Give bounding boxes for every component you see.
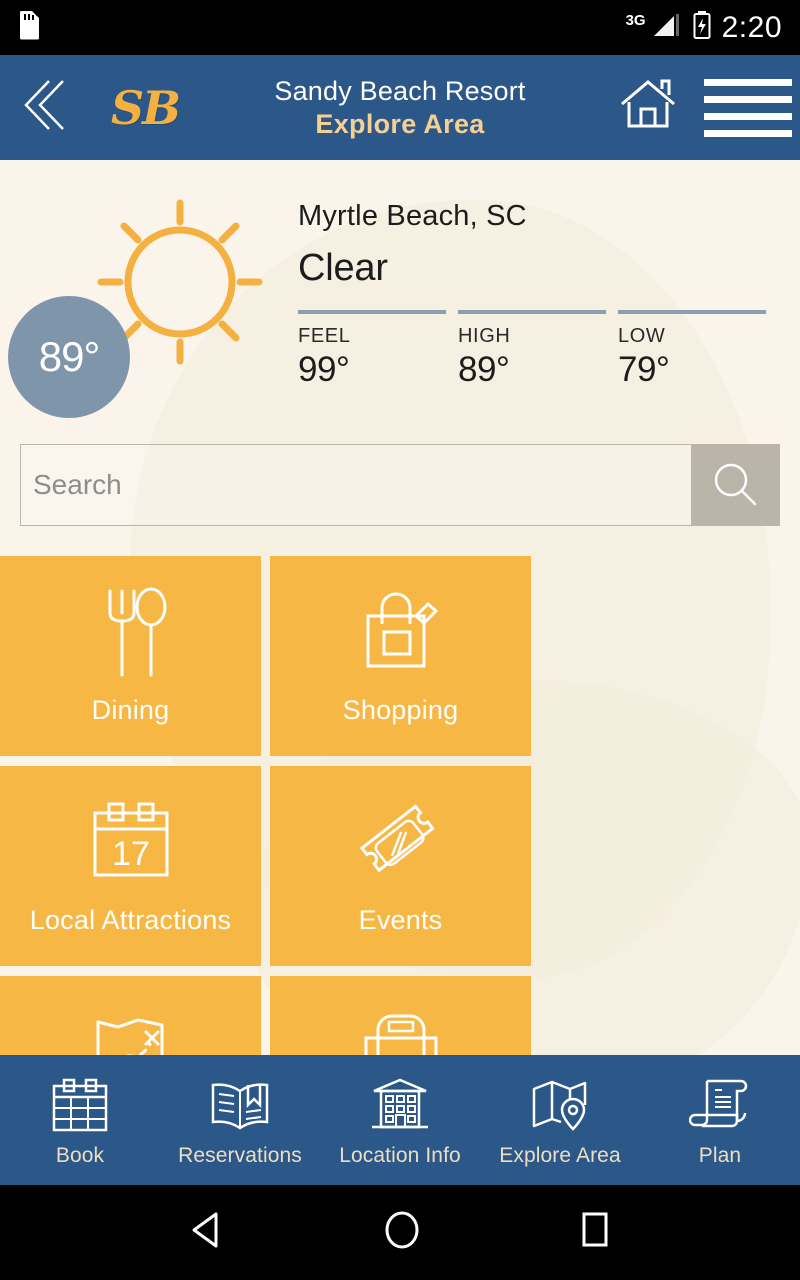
nav-item-reservations[interactable]: Reservations — [160, 1073, 320, 1168]
stat-value: 89° — [458, 350, 510, 389]
category-tile-grid: Dining Shopping 17 Local Attractions Eve… — [0, 556, 800, 1055]
home-icon — [618, 76, 678, 139]
sd-card-icon — [18, 10, 40, 45]
tile-shopping[interactable]: Shopping — [270, 556, 531, 756]
stat-value: 79° — [618, 350, 670, 389]
tile-dining[interactable]: Dining — [0, 556, 261, 756]
page-title: Sandy Beach Resort — [274, 75, 526, 106]
android-home-icon[interactable] — [379, 1207, 425, 1258]
building-icon — [368, 1073, 432, 1135]
hamburger-menu-icon — [703, 95, 792, 103]
calendar-17-icon: 17 — [87, 797, 175, 889]
weather-condition: Clear — [298, 247, 388, 289]
status-bar-right: 3G 2:20 — [626, 10, 782, 45]
status-bar-left — [18, 10, 40, 45]
android-navigation-bar — [0, 1185, 800, 1280]
android-back-icon[interactable] — [184, 1209, 230, 1256]
open-book-icon — [208, 1073, 272, 1135]
nav-label: Location Info — [339, 1143, 461, 1167]
tile-label: Local Attractions — [29, 904, 232, 935]
tile-transport[interactable]: Transport — [270, 976, 531, 1055]
page-subtitle: Explore Area — [315, 109, 485, 139]
nav-item-location-info[interactable]: Location Info — [320, 1073, 480, 1168]
weather-stats: FEEL 99° HIGH 89° LOW 79° — [298, 310, 778, 390]
map-pin-icon — [528, 1073, 592, 1135]
network-type-label: 3G — [625, 12, 646, 29]
bottom-navigation-bar: Book Reservations Location Info Explore … — [0, 1055, 800, 1185]
weather-panel: 89° Myrtle Beach, SC Clear FEEL 99° HIGH… — [0, 160, 800, 435]
phone-screen: 3G 2:20 SB Sandy Beach Resort Explore Ar… — [0, 0, 800, 1280]
current-temperature-badge: 89° — [8, 296, 130, 418]
home-button[interactable] — [600, 76, 695, 139]
nav-label: Plan — [698, 1143, 742, 1167]
signal-icon — [652, 10, 682, 45]
fork-spoon-icon — [92, 587, 170, 679]
stat-label: LOW — [618, 325, 666, 347]
main-content: 89° Myrtle Beach, SC Clear FEEL 99° HIGH… — [0, 160, 800, 1055]
bus-icon — [356, 1007, 446, 1055]
back-button[interactable] — [0, 76, 90, 139]
search-button[interactable] — [691, 445, 779, 525]
menu-button[interactable] — [695, 78, 800, 137]
scroll-document-icon — [689, 1073, 751, 1135]
nav-label: Book — [55, 1143, 105, 1167]
stat-value: 99° — [298, 350, 350, 389]
tile-label: Events — [358, 904, 443, 935]
nav-label: Explore Area — [499, 1143, 621, 1167]
search-input[interactable] — [21, 445, 691, 525]
search-bar — [20, 444, 780, 526]
stat-divider — [618, 310, 766, 314]
battery-charging-icon — [692, 10, 712, 45]
header-titles: Sandy Beach Resort Explore Area — [200, 76, 600, 139]
stat-divider — [458, 310, 606, 314]
calendar-day-number: 17 — [112, 835, 150, 873]
nav-label: Reservations — [178, 1143, 302, 1167]
treasure-map-icon — [88, 1007, 174, 1055]
weather-stat-low: LOW 79° — [618, 310, 778, 390]
calendar-icon — [49, 1073, 111, 1135]
stat-divider — [298, 310, 446, 314]
weather-city: Myrtle Beach, SC — [298, 200, 527, 232]
app-header: SB Sandy Beach Resort Explore Area — [0, 55, 800, 160]
tile-local-attractions[interactable]: 17 Local Attractions — [0, 766, 261, 966]
hamburger-menu-icon — [703, 78, 792, 86]
stat-label: HIGH — [458, 325, 511, 347]
ticket-icon — [355, 797, 447, 889]
nav-item-explore-area[interactable]: Explore Area — [480, 1073, 640, 1168]
android-recents-icon[interactable] — [574, 1207, 616, 1258]
search-icon — [709, 458, 761, 513]
status-bar: 3G 2:20 — [0, 0, 800, 55]
nav-item-book[interactable]: Book — [0, 1073, 160, 1168]
hamburger-menu-icon — [703, 129, 792, 137]
hamburger-menu-icon — [703, 112, 792, 120]
double-chevron-left-icon — [19, 76, 71, 139]
stat-label: FEEL — [298, 325, 351, 347]
shopping-bag-icon — [358, 587, 444, 679]
weather-stat-feel: FEEL 99° — [298, 310, 458, 390]
tile-label: Dining — [91, 694, 170, 725]
clock-label: 2:20 — [721, 10, 782, 44]
weather-stat-high: HIGH 89° — [458, 310, 618, 390]
brand-logo[interactable]: SB — [90, 81, 200, 135]
nav-item-plan[interactable]: Plan — [640, 1073, 800, 1168]
tile-label: Shopping — [342, 694, 459, 725]
tile-map[interactable]: Map — [0, 976, 261, 1055]
weather-info: Myrtle Beach, SC Clear FEEL 99° HIGH 89° — [298, 200, 778, 390]
tile-events[interactable]: Events — [270, 766, 531, 966]
